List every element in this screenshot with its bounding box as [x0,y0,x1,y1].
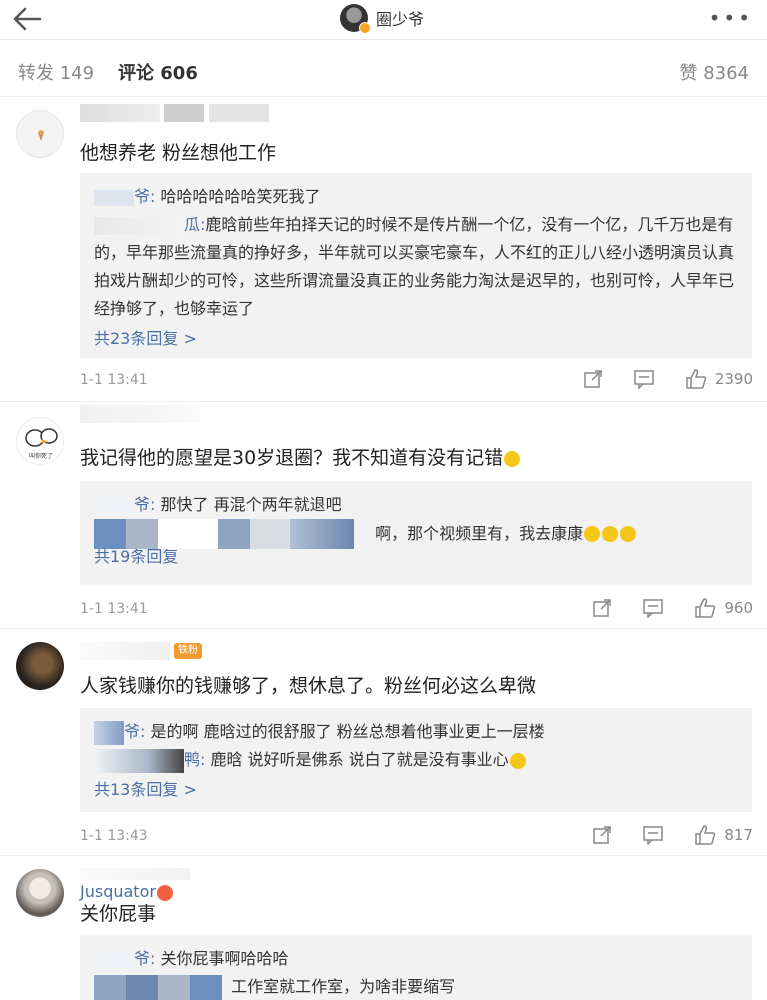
share-icon[interactable] [583,369,603,389]
like-button[interactable]: 2390 [685,368,753,390]
nickname[interactable]: Jusquator [80,863,190,901]
reply-text: 关你屁事啊哈哈哈 [160,949,289,968]
verified-badge-icon [359,22,371,34]
tab-like[interactable]: 赞 8364 [679,59,749,85]
badge-emoji-icon [156,884,173,901]
sweat-smile-emoji-icon [504,450,521,467]
nickname-masked [80,104,269,124]
avatar[interactable]: 叫你死了 [16,417,64,465]
thumbs-up-icon [695,598,716,618]
reply-text: 鹿晗 说好听是佛系 说白了就是没有事业心 [210,750,509,769]
comment-item: Jusquator 关你屁事 爷: 关你屁事啊哈哈哈 工作室就工作室，为啥非要缩… [0,857,767,1000]
share-icon[interactable] [592,825,612,845]
reply-line: 瓜:鹿晗前些年拍择天记的时候不是传片酬一个亿，没有一个亿，几千万也是有的，早年那… [94,211,738,323]
tab-comment[interactable]: 评论 606 [118,59,198,85]
avatar[interactable] [16,110,64,158]
like-count: 960 [724,599,753,617]
reply-box[interactable]: 爷: 哈哈哈哈哈哈笑死我了 瓜:鹿晗前些年拍择天记的时候不是传片酬一个亿，没有一… [80,173,752,358]
comment-icon[interactable] [633,369,655,389]
fan-badge: 铁粉 [174,643,202,659]
comment-item: 铁粉 人家钱赚你的钱赚够了，想休息了。粉丝何必这么卑微 爷: 是的啊 鹿晗过的很… [0,630,767,856]
comment-actions: 817 [562,824,753,846]
masked-name [94,951,134,968]
like-button[interactable]: 960 [694,597,753,619]
reply-author[interactable]: 瓜: [184,211,205,239]
comment-actions: 2390 [553,368,753,390]
comment-time: 1-1 13:41 [80,601,148,617]
back-arrow-icon[interactable] [10,2,46,36]
cartoon-duck-icon: 叫你死了 [25,428,58,460]
comment-text: 关你屁事 [80,903,157,925]
reply-author[interactable]: 鸭: [184,746,205,774]
thumbs-up-icon [695,825,716,845]
masked-name [94,720,124,745]
comment-text-body: 我记得他的愿望是30岁退圈？我不知道有没有记错 [80,447,504,469]
reply-author[interactable]: 爷: [124,718,145,746]
nickname-masked [80,405,200,425]
tab-bar: 转发 149 评论 606 赞 8364 [0,41,767,97]
masked-name [94,497,134,514]
comment-item: 叫你死了 我记得他的愿望是30岁退圈？我不知道有没有记错 爷: 那快了 再混个两… [0,403,767,629]
author-name: 圈少爷 [376,10,425,29]
comment-time: 1-1 13:41 [80,372,148,388]
nickname-masked: 铁粉 [80,642,202,662]
avatar[interactable] [340,4,371,34]
reply-author[interactable]: 爷: [134,183,155,211]
reply-text: 啊，那个视频里有，我去康康 [375,523,584,543]
comment-text: 我记得他的愿望是30岁退圈？我不知道有没有记错 [80,443,521,470]
reply-text: 哈哈哈哈哈哈笑死我了 [160,187,321,206]
reply-author[interactable]: 爷: [134,491,155,519]
reply-line: 啊，那个视频里有，我去康康 [94,519,738,549]
masked-name [94,519,126,549]
reply-author[interactable]: 爷: [134,945,155,973]
comment-icon[interactable] [642,598,664,618]
avatar[interactable] [16,869,64,917]
reply-line: 爷: 哈哈哈哈哈哈笑死我了 [94,183,738,211]
masked-name [94,189,134,206]
like-count: 817 [724,826,753,844]
tab-repost[interactable]: 转发 149 [18,59,94,85]
like-count: 2390 [714,370,753,388]
reply-box[interactable]: 爷: 那快了 再混个两年就退吧 啊，那个视频里有，我去康康 共19条回复 [80,481,752,585]
reply-line: 爷: 那快了 再混个两年就退吧 [94,491,738,519]
icecream-icon [38,130,44,141]
comment-icon[interactable] [642,825,664,845]
grin-emoji-icon [602,526,619,542]
comment-text: 他想养老 粉丝想他工作 [80,142,277,164]
reply-line: 工作室就工作室，为啥非要缩写 [94,973,738,1000]
masked-name [94,974,126,1000]
more-replies-link[interactable]: 共13条回复 > [94,776,738,804]
reply-line: 爷: 关你屁事啊哈哈哈 [94,945,738,973]
grin-emoji-icon [584,526,601,542]
comment-text: 人家钱赚你的钱赚够了，想休息了。粉丝何必这么卑微 [80,675,537,697]
reply-line: 鸭: 鹿晗 说好听是佛系 说白了就是没有事业心 [94,746,738,774]
smile-emoji-icon [509,752,526,769]
comment-actions: 960 [562,597,753,619]
comment-time: 1-1 13:43 [80,828,148,844]
masked-name [94,216,184,235]
more-dots-icon[interactable]: ••• [709,6,753,30]
reply-box[interactable]: 爷: 关你屁事啊哈哈哈 工作室就工作室，为啥非要缩写 [80,935,752,1000]
post-author[interactable]: 圈少爷 [340,3,425,34]
top-bar: 圈少爷 ••• [0,0,767,40]
reply-line: 爷: 是的啊 鹿晗过的很舒服了 粉丝总想着他事业更上一层楼 [94,718,738,746]
masked-name [94,748,184,773]
grin-emoji-icon [620,526,637,542]
more-replies-link[interactable]: 共23条回复 > [94,325,738,353]
reply-box[interactable]: 爷: 是的啊 鹿晗过的很舒服了 粉丝总想着他事业更上一层楼 鸭: 鹿晗 说好听是… [80,708,752,812]
comment-item: 他想养老 粉丝想他工作 爷: 哈哈哈哈哈哈笑死我了 瓜:鹿晗前些年拍择天记的时候… [0,98,767,402]
share-icon[interactable] [592,598,612,618]
thumbs-up-icon [686,369,706,389]
reply-text: 是的啊 鹿晗过的很舒服了 粉丝总想着他事业更上一层楼 [150,722,545,741]
like-button[interactable]: 817 [694,824,753,846]
reply-text: 工作室就工作室，为啥非要缩写 [231,977,456,996]
svg-text:叫你死了: 叫你死了 [29,452,53,460]
avatar[interactable] [16,642,64,690]
reply-text: 那快了 再混个两年就退吧 [160,495,342,514]
